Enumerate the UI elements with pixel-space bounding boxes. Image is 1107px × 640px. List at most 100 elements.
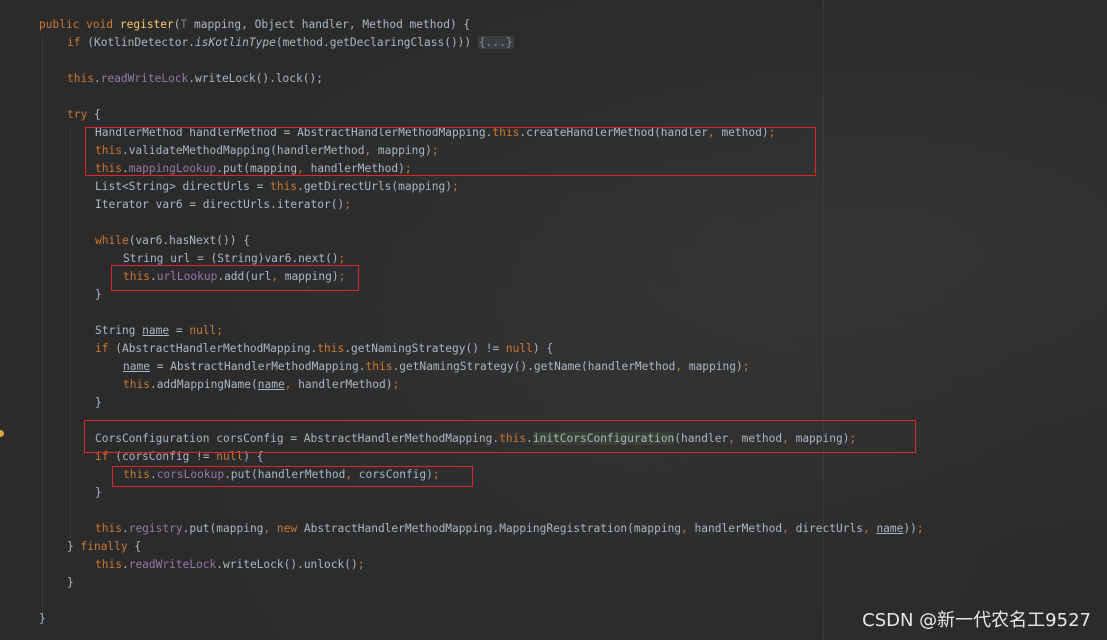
code-text: List<String> directUrls = — [95, 180, 271, 193]
keyword: if — [67, 36, 81, 49]
indent-guide — [70, 126, 71, 540]
code-text: } — [95, 486, 102, 499]
code-text: { — [127, 540, 142, 553]
code-text: Iterator var6 = directUrls.iterator() — [95, 198, 345, 211]
keyword: this — [317, 342, 345, 355]
semicolon: ; — [344, 198, 351, 211]
semicolon: ; — [452, 180, 459, 193]
code-line-name-assign[interactable]: name = AbstractHandlerMethodMapping.this… — [123, 358, 749, 376]
field: readWriteLock — [100, 72, 189, 85]
code-text: String url = (String)var6.next() — [123, 252, 339, 265]
code-line-name-declaration[interactable]: String name = null; — [95, 322, 223, 340]
static-method: isKotlinType — [195, 36, 276, 49]
variable: name — [123, 360, 150, 373]
annotation-box-url-lookup — [111, 265, 359, 291]
code-line-write-unlock[interactable]: this.readWriteLock.writeLock().unlock(); — [95, 556, 364, 574]
code-text: .getDirectUrls(mapping) — [297, 180, 452, 193]
keyword: this — [270, 180, 298, 193]
code-text: (KotlinDetector. — [80, 36, 195, 49]
field: registry — [128, 522, 183, 535]
keyword: if — [95, 342, 109, 355]
keyword: this — [123, 378, 150, 391]
annotation-box-cors-lookup — [112, 466, 473, 487]
code-line-kotlin-check[interactable]: if (KotlinDetector.isKotlinType(method.g… — [67, 34, 514, 52]
keyword: void — [86, 18, 114, 31]
code-text: } — [39, 612, 46, 625]
keyword: this — [67, 72, 94, 85]
right-margin-guide — [823, 0, 824, 640]
code-text: (method.getDeclaringClass())) — [275, 36, 478, 49]
code-text: String — [95, 324, 143, 337]
semicolon: ; — [338, 252, 346, 265]
semicolon: ; — [392, 378, 400, 391]
comma: , — [681, 522, 688, 535]
semicolon: ; — [742, 360, 750, 373]
comma: , — [782, 522, 789, 535]
semicolon: ; — [357, 558, 365, 571]
code-text: .getNamingStrategy().getName(handlerMeth… — [392, 360, 676, 373]
code-text: directUrls — [788, 522, 863, 535]
keyword: finally — [80, 540, 128, 553]
code-text: = AbstractHandlerMethodMapping. — [149, 360, 366, 373]
code-text: .getNamingStrategy() != — [344, 342, 506, 355]
keyword: this — [365, 360, 393, 373]
code-text: .put(mapping — [182, 522, 264, 535]
code-line-direct-urls[interactable]: List<String> directUrls = this.getDirect… — [95, 178, 459, 196]
variable: name — [876, 522, 904, 535]
code-line-close-brace[interactable]: } — [95, 286, 102, 304]
code-text: .addMappingName( — [149, 378, 258, 391]
keyword: while — [95, 234, 129, 247]
folded-code-region[interactable]: {...} — [477, 36, 514, 49]
code-text: . — [121, 522, 129, 535]
code-text: } — [67, 540, 81, 553]
code-line-close-brace[interactable]: } — [67, 574, 74, 592]
comma: , — [862, 522, 870, 535]
keyword: null — [505, 342, 533, 355]
code-text: mapping) — [682, 360, 743, 373]
field: readWriteLock — [128, 558, 217, 571]
code-text: handlerMethod) — [291, 378, 393, 391]
variable: name — [257, 378, 285, 391]
code-text: } — [67, 576, 74, 589]
code-line-close-brace[interactable]: } — [95, 394, 102, 412]
semicolon: ; — [216, 324, 224, 337]
annotation-box-cors-configuration — [84, 420, 916, 453]
code-text: .writeLock().unlock() — [216, 558, 358, 571]
code-line-close-brace[interactable]: } — [39, 610, 46, 628]
code-line-while[interactable]: while(var6.hasNext()) { — [95, 232, 250, 250]
variable: name — [142, 324, 170, 337]
code-text: .writeLock().lock(); — [188, 72, 323, 85]
code-line-add-mapping-name[interactable]: this.addMappingName(name, handlerMethod)… — [123, 376, 399, 394]
code-line-registry-put[interactable]: this.registry.put(mapping, new AbstractH… — [95, 520, 924, 538]
breakpoint-marker-icon[interactable] — [0, 430, 4, 437]
keyword: null — [189, 324, 217, 337]
code-text: } — [95, 396, 102, 409]
code-text: AbstractHandlerMethodMapping.MappingRegi… — [297, 522, 682, 535]
code-editor[interactable]: public void register(T mapping, Object h… — [0, 0, 1107, 640]
indent-guide — [42, 36, 43, 616]
code-line-method-declaration[interactable]: public void register(T mapping, Object h… — [39, 16, 470, 34]
code-text: mapping, Object handler, Method method) … — [187, 18, 471, 31]
code-text: handlerMethod — [687, 522, 783, 535]
watermark: CSDN @新一代农名工9527 — [862, 610, 1091, 631]
annotation-box-handler-method — [85, 127, 816, 176]
keyword: try — [67, 108, 88, 121]
keyword: this — [95, 558, 122, 571]
code-text: } — [95, 288, 102, 301]
code-line-write-lock[interactable]: this.readWriteLock.writeLock().lock(); — [67, 70, 323, 88]
semicolon: ; — [916, 522, 924, 535]
code-text: (AbstractHandlerMethodMapping. — [108, 342, 318, 355]
code-text: { — [87, 108, 101, 121]
code-line-iterator[interactable]: Iterator var6 = directUrls.iterator(); — [95, 196, 351, 214]
code-line-close-brace[interactable]: } — [95, 484, 102, 502]
code-line-finally[interactable]: } finally { — [67, 538, 141, 556]
keyword: new — [270, 522, 298, 535]
keyword: this — [95, 522, 122, 535]
code-text: (var6.hasNext()) { — [128, 234, 250, 247]
code-text: . — [93, 72, 101, 85]
code-line-naming-strategy-check[interactable]: if (AbstractHandlerMethodMapping.this.ge… — [95, 340, 553, 358]
method-name: register — [119, 18, 174, 31]
code-line-try[interactable]: try { — [67, 106, 101, 124]
keyword: public — [39, 18, 80, 31]
code-text: = — [169, 324, 190, 337]
